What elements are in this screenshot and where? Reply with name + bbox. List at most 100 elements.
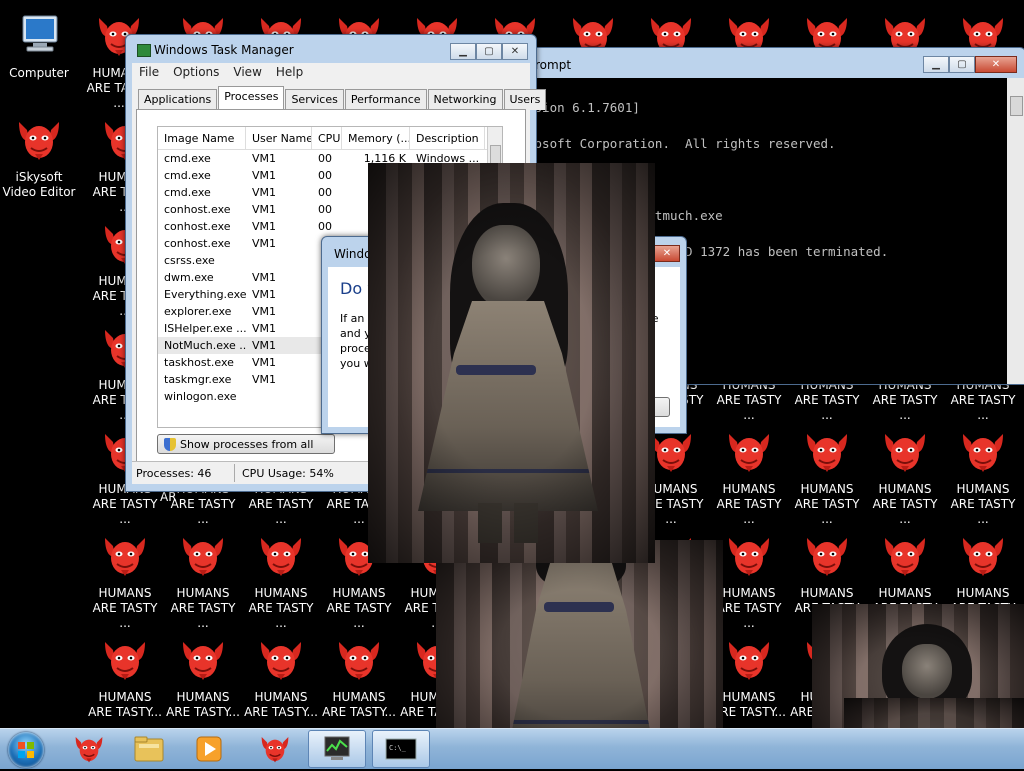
desktop-icon-label: HUMANS	[98, 690, 152, 704]
desktop-icon-label: HUMANS	[800, 586, 854, 600]
desktop-icon-label: ARE TASTY ...	[950, 393, 1016, 422]
tab-processes[interactable]: Processes	[218, 86, 285, 110]
menu-options[interactable]: Options	[166, 63, 226, 81]
desktop-icon-label: HUMANS	[176, 586, 230, 600]
desktop-icon-virus[interactable]: HUMANSARE TASTY ...	[242, 528, 320, 632]
table-cell: ISHelper.exe ...	[164, 322, 246, 335]
maximize-button[interactable]: ▢	[949, 56, 975, 73]
tab-networking[interactable]: Networking	[427, 89, 503, 110]
command-prompt-icon: C:\_	[385, 738, 417, 760]
console-scrollbar[interactable]	[1007, 78, 1024, 384]
menu-bar: File Options View Help	[132, 63, 530, 81]
desktop-icon-virus[interactable]: HUMANSARE TASTY...	[86, 632, 164, 736]
tab-users[interactable]: Users	[503, 89, 547, 110]
media-player-icon	[196, 736, 222, 762]
column-cpu[interactable]: CPU	[312, 127, 342, 149]
window-title: rompt	[535, 58, 572, 72]
desktop-icon-label: Computer	[9, 66, 69, 80]
taskbar-explorer[interactable]	[120, 730, 178, 768]
desktop-icon-label: HUMANS	[956, 482, 1010, 496]
table-cell: VM1	[252, 288, 277, 301]
desktop-icon-virus[interactable]: HUMANSARE TASTY ...	[710, 424, 788, 528]
show-all-processes-button[interactable]: Show processes from all user	[157, 434, 335, 470]
minimize-button[interactable]: ▁	[450, 43, 476, 60]
table-cell: VM1	[252, 305, 277, 318]
devil-icon	[803, 428, 851, 476]
taskbar-command-prompt[interactable]: C:\_	[372, 730, 430, 768]
taskbar-media-player[interactable]	[180, 730, 238, 768]
computer-icon	[15, 12, 63, 60]
folder-icon	[134, 736, 164, 762]
status-cpu-usage: CPU Usage: 54%	[242, 467, 334, 480]
column-image-name[interactable]: Image Name	[158, 127, 246, 149]
close-button[interactable]: ✕	[502, 43, 528, 60]
desktop-icon-virus[interactable]: HUMANSARE TASTY ...	[164, 528, 242, 632]
desktop-icon-virus[interactable]: HUMANSARE TASTY...	[164, 632, 242, 736]
desktop-icon-label: iSkysoft Video Editor	[2, 170, 76, 199]
task-manager-icon	[324, 736, 350, 760]
desktop-icon-label: HUMANS	[254, 690, 308, 704]
column-user-name[interactable]: User Name	[246, 127, 312, 149]
table-cell: VM1	[252, 356, 277, 369]
devil-icon	[335, 636, 383, 684]
table-cell: 00	[318, 169, 332, 182]
tab-strip: Applications Processes Services Performa…	[138, 86, 547, 110]
column-description[interactable]: Description	[410, 127, 485, 149]
tab-performance[interactable]: Performance	[344, 89, 427, 110]
menu-file[interactable]: File	[132, 63, 166, 81]
desktop-icon-label: ARE TASTY...	[166, 705, 240, 719]
taskbar-virus-app[interactable]	[60, 730, 118, 768]
scary-doll-image	[368, 163, 655, 563]
table-cell: cmd.exe	[164, 152, 211, 165]
desktop-icon-label: HUMANS	[254, 586, 308, 600]
console-line: rsion 6.1.7601]	[527, 100, 640, 115]
desktop-icon-label: ARE TASTY ...	[92, 497, 158, 526]
taskbar: C:\_	[0, 728, 1024, 769]
desktop-icon-virus[interactable]: HUMANSARE TASTY ...	[866, 424, 944, 528]
table-cell: VM1	[252, 220, 277, 233]
menu-help[interactable]: Help	[269, 63, 310, 81]
start-button[interactable]	[8, 732, 44, 768]
close-button[interactable]: ✕	[654, 245, 680, 262]
desktop-icon-label: AR	[160, 490, 177, 504]
desktop-icon-label: ARE TASTY ...	[170, 601, 236, 630]
table-cell: conhost.exe	[164, 237, 231, 250]
desktop-icon-label: ARE TASTY ...	[794, 393, 860, 422]
table-cell: 00	[318, 186, 332, 199]
desktop-icon-label: HUMANS	[332, 690, 386, 704]
table-cell: VM1	[252, 271, 277, 284]
table-cell: 00	[318, 203, 332, 216]
close-button[interactable]: ✕	[975, 56, 1017, 73]
table-cell: VM1	[252, 169, 277, 182]
table-cell: NotMuch.exe ...	[164, 339, 246, 352]
table-cell: VM1	[252, 152, 277, 165]
minimize-button[interactable]: ▁	[923, 56, 949, 73]
table-cell: Everything.exe	[164, 288, 246, 301]
desktop-icon-label: ARE TASTY ...	[248, 497, 314, 526]
desktop-icon-virus[interactable]: HUMANSARE TASTY...	[320, 632, 398, 736]
taskbar-virus-app[interactable]	[246, 730, 304, 768]
devil-icon	[725, 428, 773, 476]
desktop-icon-virus[interactable]: HUMANSARE TASTY ...	[788, 424, 866, 528]
desktop-icon-virus[interactable]: HUMANSARE TASTY...	[242, 632, 320, 736]
devil-icon	[881, 532, 929, 580]
desktop-icon-label: ARE TASTY ...	[872, 497, 938, 526]
desktop-icon-label: HUMANS	[800, 482, 854, 496]
desktop-icon-virus[interactable]: HUMANSARE TASTY ...	[86, 528, 164, 632]
table-cell: conhost.exe	[164, 220, 231, 233]
table-cell: VM1	[252, 322, 277, 335]
desktop-icon-virus[interactable]: HUMANSARE TASTY ...	[944, 424, 1022, 528]
menu-view[interactable]: View	[226, 63, 268, 81]
devil-icon	[15, 116, 63, 164]
desktop-icon-label: ARE TASTY ...	[716, 497, 782, 526]
tab-applications[interactable]: Applications	[138, 89, 218, 110]
column-memory[interactable]: Memory (...	[342, 127, 410, 149]
desktop-icon-video-editor[interactable]: iSkysoft Video Editor	[0, 112, 78, 216]
maximize-button[interactable]: ▢	[476, 43, 502, 60]
tab-services[interactable]: Services	[285, 89, 344, 110]
window-title: Windows Task Manager	[154, 43, 294, 57]
table-cell: explorer.exe	[164, 305, 232, 318]
table-cell: conhost.exe	[164, 203, 231, 216]
desktop-icon-computer[interactable]: Computer	[0, 8, 78, 112]
taskbar-task-manager[interactable]	[308, 730, 366, 768]
